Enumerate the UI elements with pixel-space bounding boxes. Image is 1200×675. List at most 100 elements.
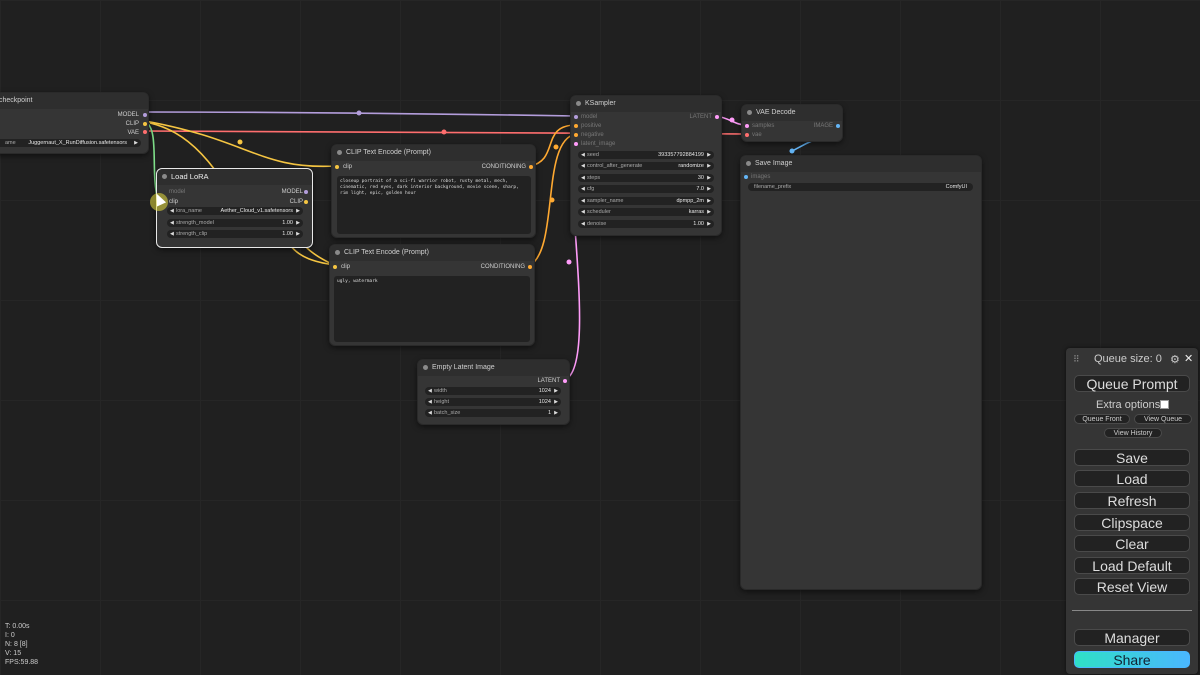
arrow-right-icon[interactable]: ▶ bbox=[554, 398, 558, 406]
batch-size-number[interactable]: ◀ batch_size 1 ▶ bbox=[425, 409, 561, 417]
arrow-left-icon[interactable]: ◀ bbox=[170, 207, 174, 215]
arrow-right-icon[interactable]: ▶ bbox=[707, 151, 711, 159]
output-dot-model[interactable] bbox=[304, 190, 308, 194]
output-latent[interactable]: LATENT bbox=[689, 113, 712, 121]
output-image[interactable]: IMAGE bbox=[814, 122, 833, 130]
collapse-dot-icon[interactable] bbox=[746, 161, 751, 166]
arrow-left-icon[interactable]: ◀ bbox=[581, 174, 585, 182]
node-empty-latent-image[interactable]: Empty Latent Image LATENT ◀ width 1024 ▶… bbox=[417, 359, 570, 425]
node-load-lora[interactable]: Load LoRA model clip MODEL CLIP ◀ lora_n… bbox=[156, 168, 313, 248]
ckpt-name-combo[interactable]: ame Juggernaut_X_RunDiffusion.safetensor… bbox=[0, 139, 141, 147]
output-latent[interactable]: LATENT bbox=[537, 377, 560, 385]
prompt-textarea[interactable]: ugly, watermark bbox=[334, 276, 530, 342]
arrow-right-icon[interactable]: ▶ bbox=[554, 387, 558, 395]
input-dot-clip[interactable] bbox=[335, 165, 339, 169]
input-dot-clip[interactable] bbox=[333, 265, 337, 269]
output-dot-model[interactable] bbox=[143, 113, 147, 117]
output-model[interactable]: MODEL bbox=[282, 188, 303, 196]
arrow-left-icon[interactable]: ◀ bbox=[581, 220, 585, 228]
input-clip[interactable]: clip bbox=[169, 198, 178, 206]
strength-model-number[interactable]: ◀ strength_model 1.00 ▶ bbox=[167, 219, 303, 227]
close-icon[interactable]: ✕ bbox=[1184, 352, 1193, 365]
input-dot-model[interactable] bbox=[574, 115, 578, 119]
collapse-dot-icon[interactable] bbox=[335, 250, 340, 255]
denoise-number[interactable]: ◀ denoise 1.00 ▶ bbox=[578, 220, 714, 228]
input-positive[interactable]: positive bbox=[581, 122, 601, 130]
output-model[interactable]: MODEL bbox=[118, 111, 139, 119]
load-button[interactable]: Load bbox=[1074, 470, 1190, 487]
arrow-left-icon[interactable]: ◀ bbox=[581, 162, 585, 170]
height-number[interactable]: ◀ height 1024 ▶ bbox=[425, 398, 561, 406]
arrow-right-icon[interactable]: ▶ bbox=[554, 409, 558, 417]
output-conditioning[interactable]: CONDITIONING bbox=[482, 163, 526, 171]
input-clip[interactable]: clip bbox=[343, 163, 352, 171]
control-after-generate-combo[interactable]: ◀ control_after_generate randomize ▶ bbox=[578, 162, 714, 170]
input-dot-samples[interactable] bbox=[745, 124, 749, 128]
arrow-left-icon[interactable]: ◀ bbox=[170, 219, 174, 227]
collapse-dot-icon[interactable] bbox=[747, 110, 752, 115]
arrow-left-icon[interactable]: ◀ bbox=[170, 230, 174, 238]
input-latent-image[interactable]: latent_image bbox=[581, 140, 615, 148]
arrow-left-icon[interactable]: ◀ bbox=[428, 409, 432, 417]
gear-icon[interactable]: ⚙ bbox=[1170, 353, 1180, 366]
output-dot-latent[interactable] bbox=[563, 379, 567, 383]
filename-prefix-text[interactable]: filename_prefix ComfyUI bbox=[748, 183, 973, 191]
arrow-right-icon[interactable]: ▶ bbox=[296, 230, 300, 238]
arrow-right-icon[interactable]: ▶ bbox=[134, 139, 138, 147]
input-dot-images[interactable] bbox=[744, 175, 748, 179]
scheduler-combo[interactable]: ◀ scheduler karras ▶ bbox=[578, 208, 714, 216]
view-queue-button[interactable]: View Queue bbox=[1134, 414, 1192, 424]
node-save-image[interactable]: Save Image images filename_prefix ComfyU… bbox=[740, 155, 982, 590]
input-negative[interactable]: negative bbox=[581, 131, 604, 139]
reset-view-button[interactable]: Reset View bbox=[1074, 578, 1190, 595]
refresh-button[interactable]: Refresh bbox=[1074, 492, 1190, 509]
input-dot-negative[interactable] bbox=[574, 133, 578, 137]
arrow-right-icon[interactable]: ▶ bbox=[707, 220, 711, 228]
queue-front-button[interactable]: Queue Front bbox=[1074, 414, 1130, 424]
output-dot-latent[interactable] bbox=[715, 115, 719, 119]
collapse-dot-icon[interactable] bbox=[162, 174, 167, 179]
arrow-left-icon[interactable]: ◀ bbox=[581, 185, 585, 193]
sampler-name-combo[interactable]: ◀ sampler_name dpmpp_2m ▶ bbox=[578, 197, 714, 205]
extra-options-checkbox[interactable] bbox=[1160, 400, 1169, 409]
steps-number[interactable]: ◀ steps 30 ▶ bbox=[578, 174, 714, 182]
node-clip-text-encode-positive[interactable]: CLIP Text Encode (Prompt) clip CONDITION… bbox=[331, 144, 536, 238]
view-history-button[interactable]: View History bbox=[1104, 428, 1162, 438]
width-number[interactable]: ◀ width 1024 ▶ bbox=[425, 387, 561, 395]
arrow-left-icon[interactable]: ◀ bbox=[581, 208, 585, 216]
arrow-right-icon[interactable]: ▶ bbox=[296, 219, 300, 227]
arrow-right-icon[interactable]: ▶ bbox=[707, 197, 711, 205]
load-default-button[interactable]: Load Default bbox=[1074, 557, 1190, 574]
arrow-right-icon[interactable]: ▶ bbox=[707, 174, 711, 182]
lora-name-combo[interactable]: ◀ lora_name Aether_Cloud_v1.safetensors … bbox=[167, 207, 303, 215]
collapse-dot-icon[interactable] bbox=[423, 365, 428, 370]
share-button[interactable]: Share bbox=[1074, 651, 1190, 668]
output-dot-clip[interactable] bbox=[304, 200, 308, 204]
arrow-left-icon[interactable]: ◀ bbox=[581, 197, 585, 205]
node-vae-decode[interactable]: VAE Decode samples vae IMAGE bbox=[741, 104, 843, 142]
input-model[interactable]: model bbox=[169, 188, 185, 196]
output-dot-clip[interactable] bbox=[143, 122, 147, 126]
node-ksampler[interactable]: KSampler model positive negative latent_… bbox=[570, 95, 722, 236]
collapse-dot-icon[interactable] bbox=[337, 150, 342, 155]
output-clip[interactable]: CLIP bbox=[126, 120, 139, 128]
cfg-number[interactable]: ◀ cfg 7.0 ▶ bbox=[578, 185, 714, 193]
node-checkpoint-loader[interactable]: checkpoint MODEL CLIP VAE ame Juggernaut… bbox=[0, 92, 149, 154]
input-dot-latent[interactable] bbox=[574, 142, 578, 146]
output-dot-conditioning[interactable] bbox=[529, 165, 533, 169]
arrow-right-icon[interactable]: ▶ bbox=[296, 207, 300, 215]
clipspace-button[interactable]: Clipspace bbox=[1074, 514, 1190, 531]
arrow-left-icon[interactable]: ◀ bbox=[581, 151, 585, 159]
arrow-right-icon[interactable]: ▶ bbox=[707, 162, 711, 170]
queue-prompt-button[interactable]: Queue Prompt bbox=[1074, 375, 1190, 392]
input-clip[interactable]: clip bbox=[341, 263, 350, 271]
node-clip-text-encode-negative[interactable]: CLIP Text Encode (Prompt) clip CONDITION… bbox=[329, 244, 535, 346]
arrow-right-icon[interactable]: ▶ bbox=[707, 185, 711, 193]
save-button[interactable]: Save bbox=[1074, 449, 1190, 466]
arrow-right-icon[interactable]: ▶ bbox=[707, 208, 711, 216]
output-conditioning[interactable]: CONDITIONING bbox=[481, 263, 525, 271]
input-model[interactable]: model bbox=[581, 113, 597, 121]
arrow-left-icon[interactable]: ◀ bbox=[428, 398, 432, 406]
input-vae[interactable]: vae bbox=[752, 131, 762, 139]
strength-clip-number[interactable]: ◀ strength_clip 1.00 ▶ bbox=[167, 230, 303, 238]
